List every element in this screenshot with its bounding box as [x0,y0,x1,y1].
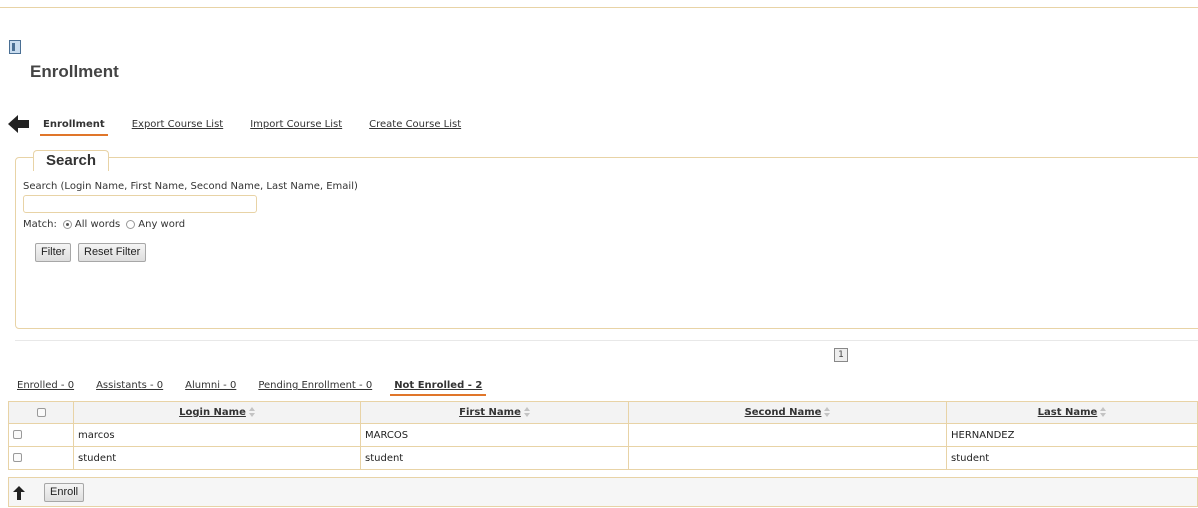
column-last-name[interactable]: Last Name [946,401,1198,424]
column-label: First Name [459,407,521,418]
cell-last-name: student [946,446,1198,470]
match-label: Match: [23,219,57,230]
subtab-not-enrolled[interactable]: Not Enrolled - 2 [390,380,487,396]
sort-icon [248,407,255,417]
row-select-cell [8,446,74,470]
page-title: Enrollment [30,62,119,81]
cell-second-name [628,446,947,470]
arrow-up-icon [13,486,25,500]
column-second-name[interactable]: Second Name [628,401,947,424]
tab-export-course-list[interactable]: Export Course List [129,119,226,136]
filter-button[interactable]: Filter [35,243,72,262]
sort-icon [1100,407,1107,417]
sort-icon [824,407,831,417]
any-word-label: Any word [138,219,186,230]
search-input[interactable] [23,195,257,213]
subtab-alumni[interactable]: Alumni - 0 [185,380,236,396]
row-checkbox[interactable] [13,430,22,439]
match-options: Match: All words Any word [23,219,185,230]
search-legend: Search [33,150,110,171]
tab-enrollment[interactable]: Enrollment [40,119,108,136]
row-select-cell [8,423,74,447]
search-label: Search (Login Name, First Name, Second N… [23,181,358,192]
cell-last-name: HERNANDEZ [946,423,1198,447]
tab-bar: Enrollment Export Course List Import Cou… [40,119,485,136]
enroll-button[interactable]: Enroll [44,483,85,502]
cell-login-name: student [73,446,361,470]
back-arrow-icon[interactable] [8,113,30,135]
subtab-assistants[interactable]: Assistants - 0 [96,380,163,396]
sort-icon [523,407,530,417]
all-words-label: All words [74,219,121,230]
column-label: Last Name [1037,407,1098,418]
table-row: marcos MARCOS HERNANDEZ [8,423,1198,447]
select-all-cell [8,401,74,424]
row-checkbox[interactable] [13,453,22,462]
column-label: Second Name [744,407,822,418]
top-divider [0,7,1198,8]
column-first-name[interactable]: First Name [360,401,629,424]
users-table: Login Name First Name Second Name Last N… [8,401,1198,470]
subtab-enrolled[interactable]: Enrolled - 0 [17,380,74,396]
course-icon [9,40,21,54]
cell-login-name: marcos [73,423,361,447]
any-word-radio[interactable] [126,220,136,229]
select-all-checkbox[interactable] [36,407,46,417]
section-divider [15,340,1198,341]
enrollment-status-tabs: Enrolled - 0 Assistants - 0 Alumni - 0 P… [17,380,508,396]
tab-create-course-list[interactable]: Create Course List [366,119,464,136]
table-footer [8,477,1198,507]
column-login-name[interactable]: Login Name [73,401,361,424]
table-row: student student student [8,446,1198,470]
subtab-pending-enrollment[interactable]: Pending Enrollment - 0 [258,380,372,396]
tab-import-course-list[interactable]: Import Course List [247,119,345,136]
reset-filter-button[interactable]: Reset Filter [78,243,147,262]
cell-first-name: MARCOS [360,423,629,447]
column-label: Login Name [179,407,246,418]
table-header-row: Login Name First Name Second Name Last N… [8,401,1198,424]
all-words-radio[interactable] [62,220,72,229]
page-number-1[interactable]: 1 [834,348,848,362]
cell-first-name: student [360,446,629,470]
cell-second-name [628,423,947,447]
